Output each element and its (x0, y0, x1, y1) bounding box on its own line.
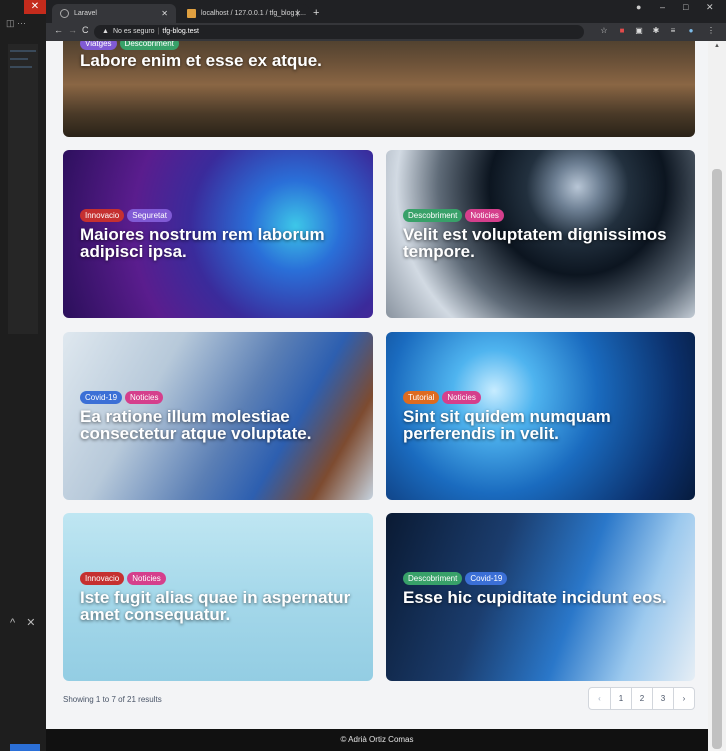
phpmyadmin-icon (187, 9, 196, 18)
post-title[interactable]: Esse hic cupiditate incidunt eos. (403, 589, 681, 606)
url-text: tfg-blog.test (162, 28, 199, 35)
prev-page-button[interactable]: ‹ (589, 688, 610, 709)
back-icon[interactable]: ← (54, 25, 63, 35)
new-tab-button[interactable]: + (313, 4, 319, 23)
scrollbar-thumb[interactable] (712, 169, 722, 749)
close-icon[interactable]: ✕ (24, 0, 46, 14)
tag-badge[interactable]: Noticies (465, 209, 504, 222)
tag-badge[interactable]: Descobriment (403, 209, 463, 222)
extension-icon-2[interactable]: ▣ (634, 26, 644, 36)
tag-badge[interactable]: Innovacio (80, 209, 125, 222)
next-page-button[interactable]: › (673, 688, 694, 709)
pager: ‹ 1 2 3 › (588, 687, 695, 710)
page-button-3[interactable]: 3 (652, 688, 673, 709)
post-title[interactable]: Labore enim et esse ex atque. (80, 52, 681, 69)
close-window-icon[interactable]: ✕ (706, 2, 714, 13)
forward-icon[interactable]: → (68, 25, 77, 35)
profile-icon[interactable]: ● (636, 2, 641, 12)
tag-badge[interactable]: Innovacio (80, 572, 125, 585)
footer: © Adrià Ortiz Comas (46, 729, 708, 751)
minimize-icon[interactable]: – (660, 2, 665, 12)
side-panel-content (8, 44, 38, 334)
security-label: No es seguro (112, 28, 155, 35)
address-bar[interactable]: ▲ No es seguro | tfg-blog.test (94, 25, 584, 39)
extension-icon[interactable]: ■ (617, 26, 627, 36)
tag-badge[interactable]: Noticies (125, 391, 164, 404)
star-icon[interactable]: ☆ (599, 26, 609, 36)
menu-icon[interactable]: ⋮ (706, 26, 716, 36)
results-summary: Showing 1 to 7 of 21 results (63, 695, 162, 704)
tab-close-icon[interactable]: ✕ (161, 4, 168, 23)
post-title[interactable]: Iste fugit alias quae in aspernatur amet… (80, 589, 359, 623)
post-title[interactable]: Ea ratione illum molestiae consectetur a… (80, 408, 359, 442)
status-indicator (10, 744, 40, 751)
tag-badge[interactable]: Viatges (80, 41, 117, 50)
post-card[interactable]: Descobriment Covid-19 Esse hic cupiditat… (386, 513, 695, 681)
tag-badge[interactable]: Descobriment (403, 572, 463, 585)
tab-close-icon[interactable]: ✕ (294, 4, 301, 23)
tab-title: localhost / 127.0.0.1 / tfg_blog | ... (201, 10, 306, 17)
post-card[interactable]: Tutorial Noticies Sint sit quidem numqua… (386, 332, 695, 500)
post-card[interactable]: Viatges Descobriment Labore enim et esse… (63, 41, 695, 137)
reading-list-icon[interactable]: ≡ (668, 26, 678, 36)
page-content: Viatges Descobriment Labore enim et esse… (46, 41, 708, 751)
post-card[interactable]: Descobriment Noticies Velit est voluptat… (386, 150, 695, 318)
post-card[interactable]: Covid-19 Noticies Ea ratione illum moles… (63, 332, 373, 500)
tag-badge[interactable]: Noticies (442, 391, 481, 404)
tag-badge[interactable]: Covid-19 (80, 391, 123, 404)
tab-title: Laravel (74, 10, 97, 17)
reload-icon[interactable]: C (82, 25, 89, 35)
chevron-up-icon[interactable]: ^ (10, 617, 15, 629)
scrollbar[interactable]: ▲ (708, 41, 726, 751)
post-title[interactable]: Sint sit quidem numquam perferendis in v… (403, 408, 681, 442)
tab-laravel[interactable]: Laravel ✕ (52, 4, 176, 23)
page-button-2[interactable]: 2 (631, 688, 652, 709)
browser-chrome: Laravel ✕ localhost / 127.0.0.1 / tfg_bl… (46, 0, 726, 41)
tag-badge[interactable]: Seguretat (127, 209, 172, 222)
scroll-up-icon[interactable]: ▲ (714, 43, 720, 49)
tag-badge[interactable]: Tutorial (403, 391, 440, 404)
tag-badge[interactable]: Descobriment (119, 41, 179, 50)
page-button-1[interactable]: 1 (610, 688, 631, 709)
panel-controls[interactable]: ^ ✕ (10, 616, 35, 629)
toolbar: ← → C ▲ No es seguro | tfg-blog.test ☆ ■ ▣ … (46, 23, 726, 41)
tab-phpmyadmin[interactable]: localhost / 127.0.0.1 / tfg_blog | ... ✕ (179, 4, 309, 23)
post-title[interactable]: Maiores nostrum rem laborum adipisci ips… (80, 226, 359, 260)
layout-icon[interactable]: ◫ ⋯ (6, 18, 26, 29)
globe-icon (60, 9, 69, 18)
warning-icon: ▲ (102, 28, 109, 35)
tag-badge[interactable]: Noticies (127, 572, 166, 585)
puzzle-icon[interactable]: ✱ (651, 26, 661, 36)
post-card[interactable]: Innovacio Seguretat Maiores nostrum rem … (63, 150, 373, 318)
pagination: Showing 1 to 7 of 21 results ‹ 1 2 3 › (63, 685, 695, 715)
side-panel: ✕ ◫ ⋯ ^ ✕ (0, 0, 46, 751)
maximize-icon[interactable]: □ (683, 2, 688, 12)
tag-badge[interactable]: Covid-19 (465, 572, 508, 585)
close-panel-icon[interactable]: ✕ (26, 617, 35, 629)
post-title[interactable]: Velit est voluptatem dignissimos tempore… (403, 226, 681, 260)
post-card[interactable]: Innovacio Noticies Iste fugit alias quae… (63, 513, 373, 681)
avatar[interactable]: ● (686, 26, 696, 36)
